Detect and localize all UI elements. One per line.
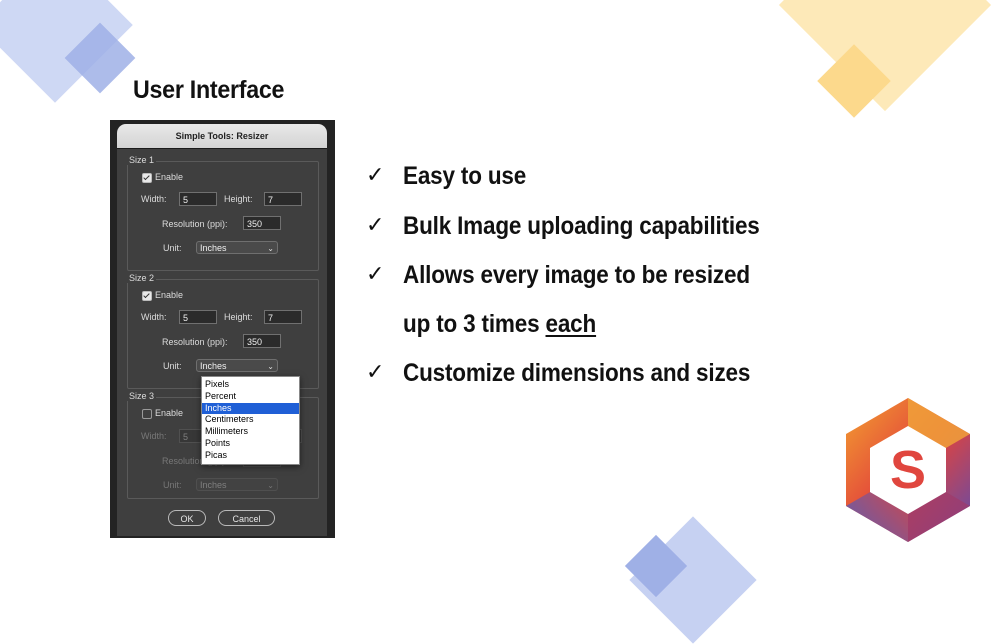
- size-2-width-input[interactable]: 5: [179, 310, 217, 324]
- size-1-unit-select[interactable]: Inches ⌄: [196, 241, 278, 254]
- feature-text: Allows every image to be resized: [403, 261, 750, 289]
- dialog-title: Simple Tools: Resizer: [117, 124, 327, 149]
- unit-option-centimeters[interactable]: Centimeters: [202, 414, 299, 426]
- logo-s-hexagon-icon: S: [846, 398, 970, 542]
- size-1-enable-checkbox[interactable]: [142, 173, 152, 183]
- dialog-screenshot: Simple Tools: Resizer Size 1 Enable Widt…: [110, 120, 335, 538]
- unit-option-picas[interactable]: Picas: [202, 450, 299, 462]
- checkmark-icon: ✓: [366, 162, 385, 187]
- unit-option-pixels[interactable]: Pixels: [202, 379, 299, 391]
- size-1-unit-label: Unit:: [163, 243, 182, 253]
- chevron-down-icon: ⌄: [267, 244, 274, 253]
- chevron-down-icon: ⌄: [267, 481, 274, 490]
- resizer-dialog: Simple Tools: Resizer Size 1 Enable Widt…: [117, 124, 327, 536]
- unit-option-points[interactable]: Points: [202, 438, 299, 450]
- svg-text:S: S: [890, 440, 926, 500]
- size-3-unit-label: Unit:: [163, 480, 182, 490]
- emphasis-text: each: [545, 310, 597, 338]
- chevron-down-icon: ⌄: [267, 362, 274, 371]
- checkmark-icon: ✓: [366, 261, 385, 286]
- size-3-enable-checkbox[interactable]: [142, 409, 152, 419]
- checkmark-icon: ✓: [366, 212, 385, 237]
- size-1-width-input[interactable]: 5: [179, 192, 217, 206]
- brand-logo: S: [812, 378, 1005, 565]
- size-1-resolution-label: Resolution (ppi):: [162, 219, 228, 229]
- size-2-width-label: Width:: [141, 312, 167, 322]
- size-3-unit-select[interactable]: Inches ⌄: [196, 478, 278, 491]
- decor-yellow-diamond-large: [778, 0, 992, 112]
- size-2-height-label: Height:: [224, 312, 253, 322]
- size-3-enable-label: Enable: [155, 408, 184, 418]
- feature-text-continuation: up to 3 times each: [403, 310, 596, 339]
- size-3-unit-value: Inches: [200, 480, 227, 490]
- size-2-height-input[interactable]: 7: [264, 310, 302, 324]
- size-1-unit-value: Inches: [200, 243, 227, 253]
- checkmark-icon: ✓: [366, 359, 385, 384]
- ok-button[interactable]: OK: [168, 510, 206, 526]
- size-2-unit-select[interactable]: Inches ⌄: [196, 359, 278, 372]
- slide-title: User Interface: [133, 76, 285, 104]
- size-2-enable-label: Enable: [155, 290, 184, 300]
- size-2-resolution-input[interactable]: 350: [243, 334, 281, 348]
- unit-option-inches[interactable]: Inches: [202, 402, 299, 415]
- feature-text: up to 3 times: [403, 310, 546, 338]
- size-1-height-label: Height:: [224, 194, 253, 204]
- size-3-legend: Size 3: [127, 391, 157, 401]
- size-3-width-label: Width:: [141, 431, 167, 441]
- size-1-resolution-input[interactable]: 350: [243, 216, 281, 230]
- feature-text: Easy to use: [403, 162, 527, 190]
- size-1-legend: Size 1: [127, 155, 157, 165]
- size-1-enable-label: Enable: [155, 172, 184, 182]
- size-2-enable-checkbox[interactable]: [142, 291, 152, 301]
- size-2-resolution-label: Resolution (ppi):: [162, 337, 228, 347]
- size-2-legend: Size 2: [127, 273, 157, 283]
- size-1-width-label: Width:: [141, 194, 167, 204]
- feature-text: Customize dimensions and sizes: [403, 359, 751, 387]
- unit-option-millimeters[interactable]: Millimeters: [202, 426, 299, 438]
- unit-option-percent[interactable]: Percent: [202, 391, 299, 403]
- cancel-button[interactable]: Cancel: [218, 510, 275, 526]
- size-1-height-input[interactable]: 7: [264, 192, 302, 206]
- size-2-unit-value: Inches: [200, 361, 227, 371]
- size-2-unit-label: Unit:: [163, 361, 182, 371]
- unit-dropdown-menu: Pixels Percent Inches Centimeters Millim…: [201, 376, 300, 465]
- feature-text: Bulk Image uploading capabilities: [403, 212, 760, 240]
